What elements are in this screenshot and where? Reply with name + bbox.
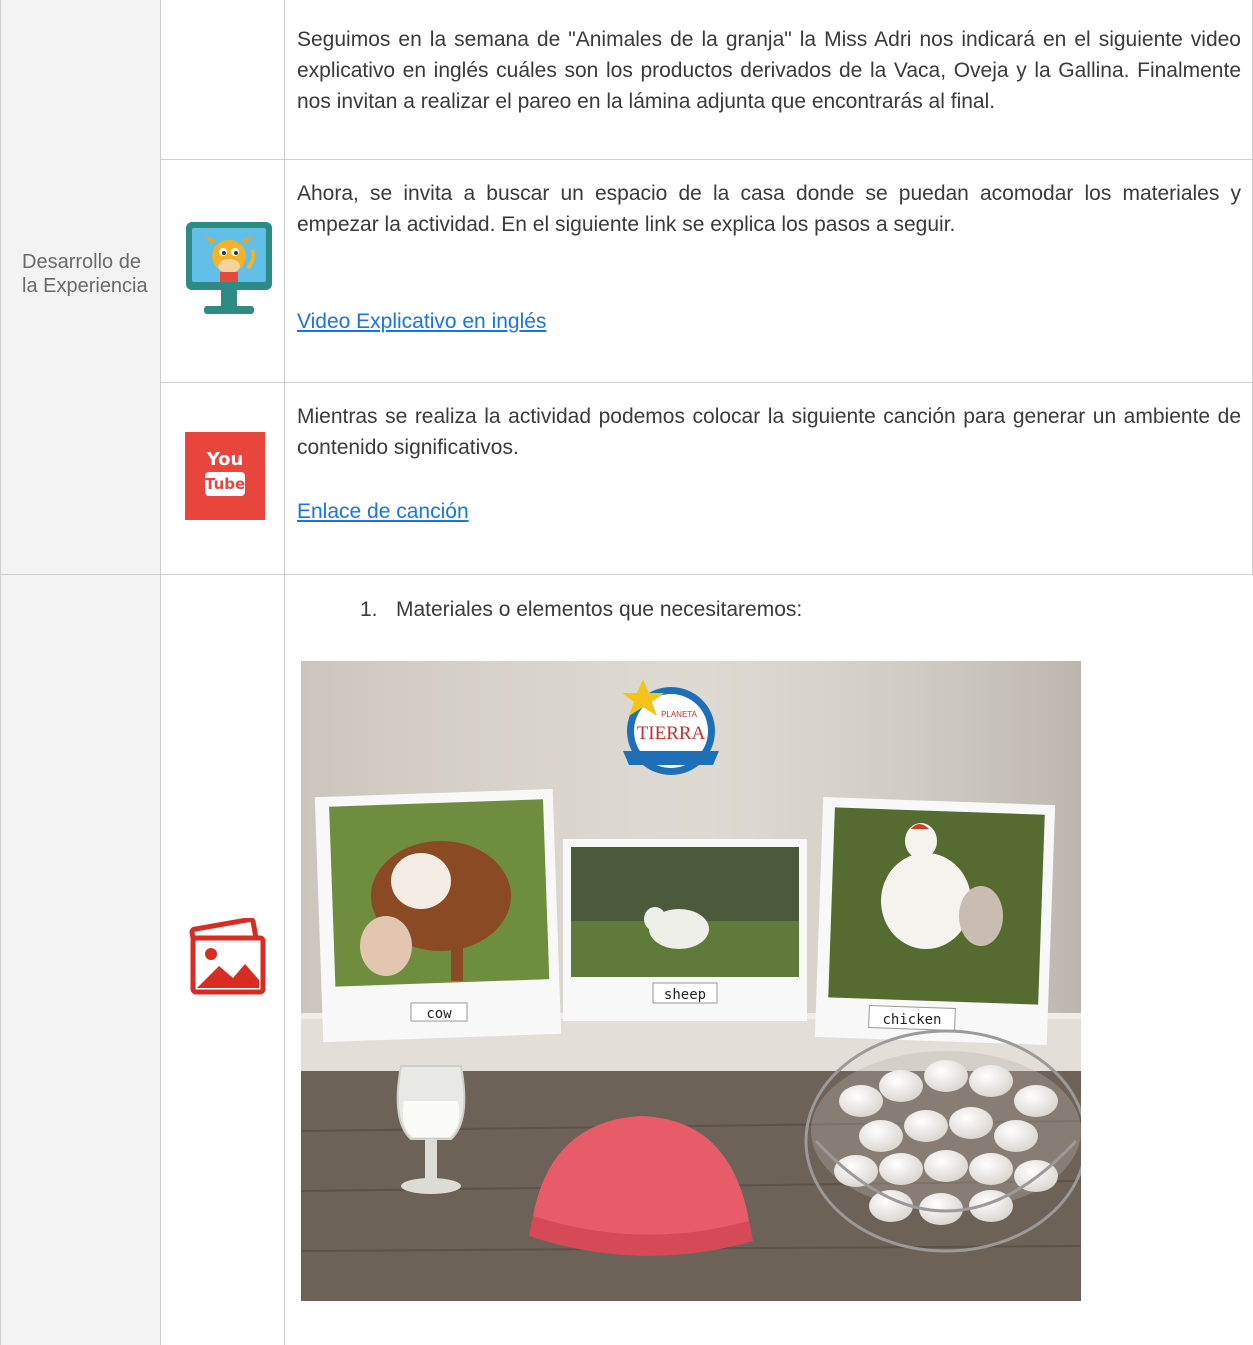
sheep-card: sheep [563,839,807,1021]
materials-photo: PLANETA TIERRA cow sheep chicken [301,661,1081,1301]
youtube-icon-text-top: You [206,449,244,470]
label-column-shade-lower [0,575,160,1345]
activity-table: Desarrollo de la Experiencia Seguimos en… [0,0,1253,1345]
intro-paragraph: Seguimos en la semana de "Animales de la… [297,28,1241,113]
logo-text-top: PLANETA [661,710,698,719]
youtube-icon-text-bottom: Tube [205,472,245,496]
song-paragraph: Mientras se realiza la actividad podemos… [297,405,1241,459]
image-gallery-icon [187,916,269,998]
activity-paragraph: Ahora, se invita a buscar un espacio de … [297,182,1241,236]
card-label-sheep: sheep [664,987,706,1003]
chicken-card: chicken [814,797,1056,1045]
logo-text-bottom: TIERRA [637,723,706,744]
row-divider-1 [160,159,1253,160]
row-divider-3 [0,574,1253,575]
cow-card: cow [314,788,562,1043]
video-link[interactable]: Video Explicativo en inglés [297,306,546,337]
border-col2 [284,0,285,1345]
border-col1 [160,0,161,1345]
list-number: 1. [360,598,378,621]
border-left [0,0,1,1345]
row-divider-2 [160,382,1253,383]
monitor-cow-icon [186,222,272,318]
section-label: Desarrollo de la Experiencia [22,251,148,297]
card-label-cow: cow [426,1006,452,1022]
youtube-icon: You Tube [185,432,265,520]
youtube-icon-tube: Tube [205,475,246,493]
materials-list-item: 1. Materiales o elementos que necesitarem… [360,594,802,625]
list-text: Materiales o elementos que necesitaremos… [396,598,803,621]
song-link[interactable]: Enlace de canción [297,496,469,527]
card-label-chicken: chicken [882,1012,941,1028]
